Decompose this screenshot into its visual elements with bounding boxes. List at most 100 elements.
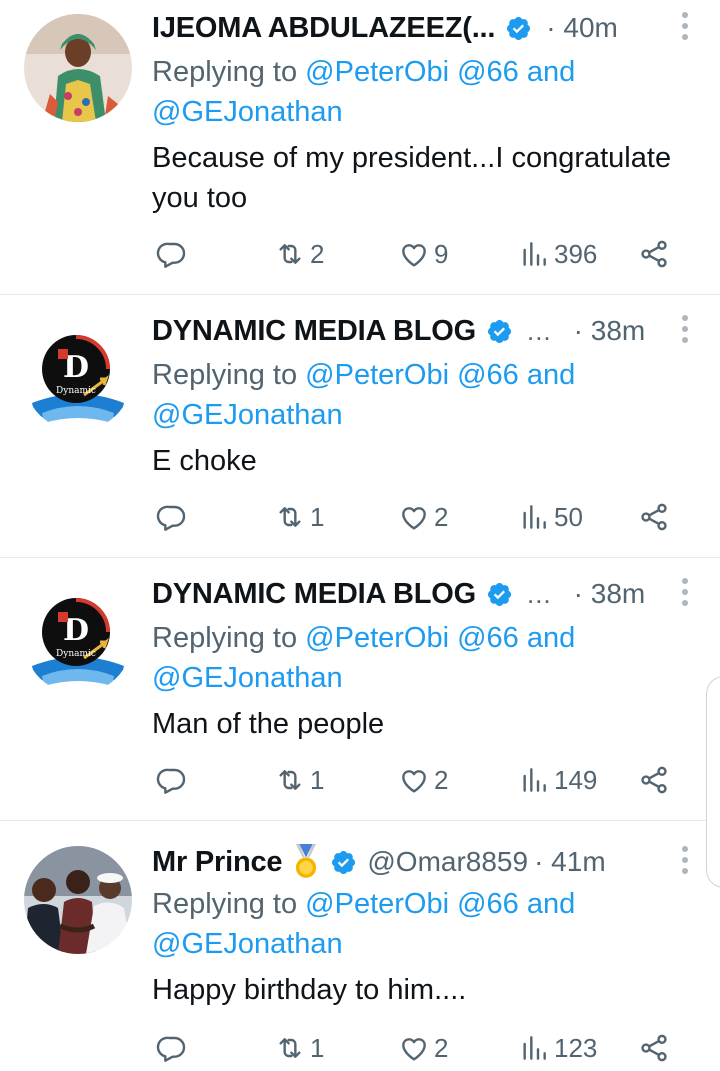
- mention-link[interactable]: @66: [457, 359, 519, 391]
- mention-link[interactable]: @PeterObi: [305, 56, 449, 88]
- mention-link[interactable]: @GEJonathan: [152, 399, 343, 431]
- share-icon: [641, 240, 667, 268]
- mention-link[interactable]: @66: [457, 56, 519, 88]
- reply-icon: [156, 242, 186, 268]
- share-button[interactable]: [638, 495, 670, 539]
- tweet-time[interactable]: · 41m: [534, 846, 606, 878]
- display-name[interactable]: Mr Prince: [152, 846, 283, 879]
- name-ellipsis: ...: [526, 578, 552, 609]
- user-handle[interactable]: @Omar8859: [367, 846, 528, 878]
- share-button[interactable]: [638, 232, 670, 276]
- like-count: 2: [434, 1032, 449, 1063]
- views-icon: [523, 768, 546, 792]
- verified-badge-icon: [507, 16, 531, 40]
- more-vertical-icon[interactable]: [682, 315, 688, 343]
- tweet-time[interactable]: · 40m: [546, 12, 618, 44]
- reply-button[interactable]: [156, 232, 192, 276]
- svg-text:Dynamic: Dynamic: [56, 386, 96, 396]
- verified-badge-icon: [332, 850, 356, 874]
- mention-link[interactable]: @PeterObi: [305, 359, 449, 391]
- replying-prefix: Replying to: [152, 56, 298, 88]
- tweet-text: Happy birthday to him....: [152, 974, 467, 1006]
- replying-to: Replying to @PeterObi @66 and @GEJonatha…: [152, 884, 692, 964]
- mention-link[interactable]: @GEJonathan: [152, 928, 343, 960]
- mention-link[interactable]: @PeterObi: [305, 622, 449, 654]
- more-vertical-icon[interactable]: [682, 578, 688, 606]
- retweet-icon: [279, 770, 301, 790]
- tweet-item[interactable]: D Dynamic DYNAMIC MEDIA BLOG ... · 38m R…: [0, 303, 720, 557]
- avatar[interactable]: D Dynamic: [24, 323, 132, 431]
- display-name[interactable]: DYNAMIC MEDIA BLOG: [152, 578, 476, 611]
- views-icon: [523, 505, 546, 529]
- reply-button[interactable]: [156, 495, 192, 539]
- views-icon: [523, 1036, 546, 1060]
- mention-link[interactable]: @66: [457, 622, 519, 654]
- views-button[interactable]: 149: [518, 758, 597, 802]
- display-name[interactable]: DYNAMIC MEDIA BLOG: [152, 315, 476, 348]
- views-button[interactable]: 396: [518, 232, 597, 276]
- tweet-time[interactable]: · 38m: [574, 315, 646, 347]
- tweet-time[interactable]: · 38m: [574, 578, 646, 610]
- medal-icon: [296, 844, 317, 878]
- reply-button[interactable]: [156, 758, 192, 802]
- retweet-icon: [279, 244, 301, 264]
- retweet-count: 2: [310, 238, 325, 269]
- retweet-count: 1: [310, 764, 325, 795]
- mention-link[interactable]: @GEJonathan: [152, 662, 343, 694]
- replying-prefix: Replying to: [152, 359, 298, 391]
- replying-to: Replying to @PeterObi @66 and @GEJonatha…: [152, 52, 692, 132]
- views-count: 50: [554, 501, 583, 532]
- action-bar: 2 9 396: [152, 232, 682, 276]
- like-count: 2: [434, 764, 449, 795]
- reply-button[interactable]: [156, 1026, 192, 1070]
- mention-link[interactable]: @66: [457, 888, 519, 920]
- retweet-button[interactable]: 2: [274, 232, 324, 276]
- tweet-text: E choke: [152, 445, 257, 477]
- replying-prefix: Replying to: [152, 622, 298, 654]
- views-count: 396: [554, 238, 598, 269]
- retweet-icon: [279, 507, 301, 527]
- views-button[interactable]: 123: [518, 1026, 597, 1070]
- svg-text:Dynamic: Dynamic: [56, 649, 96, 659]
- mention-and: and: [526, 56, 576, 88]
- share-button[interactable]: [638, 1026, 670, 1070]
- tweet-item[interactable]: D Dynamic DYNAMIC MEDIA BLOG ... · 38m R…: [0, 566, 720, 820]
- more-vertical-icon[interactable]: [682, 12, 688, 40]
- more-vertical-icon[interactable]: [682, 846, 688, 874]
- avatar[interactable]: [24, 14, 132, 122]
- like-button[interactable]: 9: [398, 232, 448, 276]
- like-button[interactable]: 2: [398, 1026, 448, 1070]
- retweet-button[interactable]: 1: [274, 758, 324, 802]
- retweet-icon: [279, 1038, 301, 1058]
- name-ellipsis: ...: [526, 315, 552, 346]
- verified-badge-icon: [487, 319, 512, 343]
- action-bar: 1 2 50: [152, 495, 682, 539]
- like-count: 2: [434, 501, 449, 532]
- tweet-item[interactable]: IJEOMA ABDULAZEEZ(... · 40m Replying to …: [0, 0, 720, 294]
- avatar[interactable]: D Dynamic: [24, 586, 132, 694]
- like-count: 9: [434, 238, 449, 269]
- avatar[interactable]: [24, 846, 132, 954]
- retweet-count: 1: [310, 501, 325, 532]
- display-name[interactable]: IJEOMA ABDULAZEEZ(...: [152, 12, 495, 45]
- replying-prefix: Replying to: [152, 888, 298, 920]
- tweet-item[interactable]: Mr Prince @Omar8859 · 41m Replying to @P…: [0, 834, 720, 1071]
- mention-and: and: [526, 888, 576, 920]
- retweet-button[interactable]: 1: [274, 1026, 324, 1070]
- views-button[interactable]: 50: [518, 495, 583, 539]
- views-count: 123: [554, 1032, 598, 1063]
- reply-icon: [156, 505, 186, 531]
- like-button[interactable]: 2: [398, 758, 448, 802]
- retweet-button[interactable]: 1: [274, 495, 324, 539]
- share-icon: [641, 766, 667, 794]
- mention-link[interactable]: @GEJonathan: [152, 96, 343, 128]
- share-button[interactable]: [638, 758, 670, 802]
- like-button[interactable]: 2: [398, 495, 448, 539]
- mention-link[interactable]: @PeterObi: [305, 888, 449, 920]
- heart-icon: [402, 1038, 426, 1061]
- mention-and: and: [526, 359, 576, 391]
- scroll-handle[interactable]: [706, 676, 720, 888]
- divider: [0, 820, 720, 821]
- share-icon: [641, 1034, 667, 1062]
- tweet-text: Man of the people: [152, 708, 385, 740]
